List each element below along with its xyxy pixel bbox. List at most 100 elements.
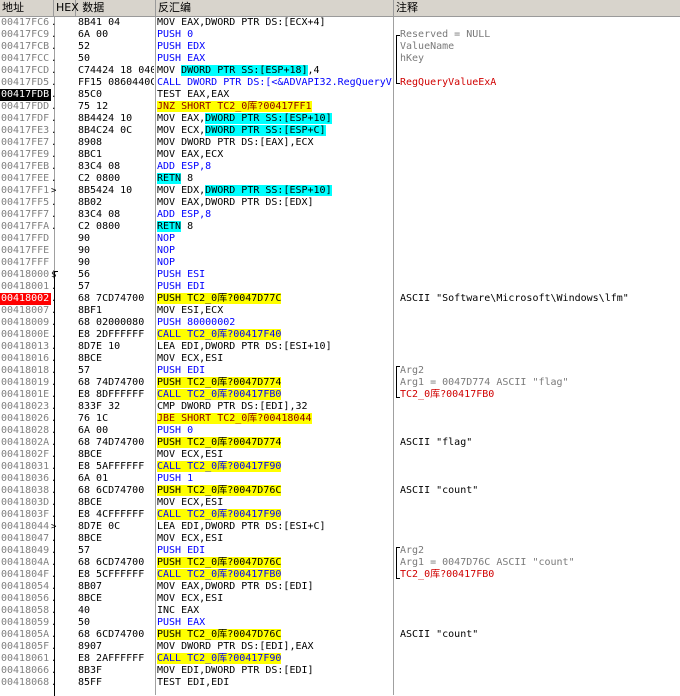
asm-cell: PUSH EDI: [157, 281, 393, 293]
asm-cell: PUSH EDX: [157, 41, 393, 53]
asm-cell: CALL TC2_0库?00417F40: [157, 329, 393, 341]
disasm-row[interactable]: 0041804F.E8 5CFFFFFFCALL TC2_0库?00417FB0…: [0, 569, 680, 581]
address-cell: 00417FDF: [0, 113, 51, 125]
comment-cell: ASCII "count": [400, 629, 680, 641]
disasm-row[interactable]: 00418002.68 7CD74700PUSH TC2_0库?0047D77C…: [0, 293, 680, 305]
comment-cell: [400, 353, 680, 365]
jump-marker: [51, 257, 63, 269]
jump-marker: .: [51, 173, 63, 185]
disasm-row[interactable]: 00418019.68 74D74700PUSH TC2_0库?0047D774…: [0, 377, 680, 389]
disasm-row[interactable]: 00418031.E8 5AFFFFFFCALL TC2_0库?00417F90: [0, 461, 680, 473]
asm-cell: NOP: [157, 245, 393, 257]
disasm-row[interactable]: 00417FCB.52PUSH EDXValueName: [0, 41, 680, 53]
disasm-row[interactable]: 00417FFD90NOP: [0, 233, 680, 245]
disasm-row[interactable]: 00418009.68 02000080PUSH 80000002: [0, 317, 680, 329]
address-cell: 00417FE7: [0, 137, 51, 149]
hex-cell: 8BF1: [78, 305, 154, 317]
disasm-row[interactable]: 00418049.57PUSH EDIArg2: [0, 545, 680, 557]
disasm-row[interactable]: 00418018.57PUSH EDIArg2: [0, 365, 680, 377]
disasm-row[interactable]: 00417FFE90NOP: [0, 245, 680, 257]
disasm-row[interactable]: 00418044>8D7E 0CLEA EDI,DWORD PTR DS:[ES…: [0, 521, 680, 533]
disasm-row[interactable]: 00418013.8D7E 10LEA EDI,DWORD PTR DS:[ES…: [0, 341, 680, 353]
disasm-row[interactable]: 00417FF7.83C4 08ADD ESP,8: [0, 209, 680, 221]
hex-cell: 56: [78, 269, 154, 281]
disasm-row[interactable]: 00418036.6A 01PUSH 1: [0, 473, 680, 485]
disasm-row[interactable]: 00418026.76 1CJBE SHORT TC2_0库?00418044: [0, 413, 680, 425]
disasm-row[interactable]: 00418038.68 6CD74700PUSH TC2_0库?0047D76C…: [0, 485, 680, 497]
hex-cell: 6A 00: [78, 425, 154, 437]
disasm-row[interactable]: 00418054.8B07MOV EAX,DWORD PTR DS:[EDI]: [0, 581, 680, 593]
jump-marker: .: [51, 65, 63, 77]
comment-cell: [400, 341, 680, 353]
comment-cell: [400, 593, 680, 605]
disasm-row[interactable]: 00417FE3.8B4C24 0CMOV ECX,DWORD PTR SS:[…: [0, 125, 680, 137]
comment-cell: [400, 317, 680, 329]
disasm-row[interactable]: 00418061.E8 2AFFFFFFCALL TC2_0库?00417F90: [0, 653, 680, 665]
disasm-row[interactable]: 00417FDD.75 12JNZ SHORT TC2_0库?00417FF1: [0, 101, 680, 113]
disasm-row[interactable]: 00417FF5.8B02MOV EAX,DWORD PTR DS:[EDX]: [0, 197, 680, 209]
header-addr[interactable]: 地址: [0, 0, 54, 16]
disasm-row[interactable]: 0041805A.68 6CD74700PUSH TC2_0库?0047D76C…: [0, 629, 680, 641]
disasm-row[interactable]: 0041805F.8907MOV DWORD PTR DS:[EDI],EAX: [0, 641, 680, 653]
comment-cell: [400, 185, 680, 197]
header-asm[interactable]: 反汇编: [156, 0, 394, 16]
disasm-row[interactable]: 00417FDB.85C0TEST EAX,EAX: [0, 89, 680, 101]
header-hex[interactable]: HEX 数据: [54, 0, 156, 16]
disasm-row[interactable]: 00418058.40INC EAX: [0, 605, 680, 617]
disasm-row[interactable]: 00417FEB.83C4 08ADD ESP,8: [0, 161, 680, 173]
disasm-row[interactable]: 00417FE7.8908MOV DWORD PTR DS:[EAX],ECX: [0, 137, 680, 149]
comment-cell: [400, 461, 680, 473]
disasm-row[interactable]: 00417FC6.8B41 04MOV EAX,DWORD PTR DS:[EC…: [0, 17, 680, 29]
disasm-row[interactable]: 00417FE9.8BC1MOV EAX,ECX: [0, 149, 680, 161]
disasm-row[interactable]: 0041803F.E8 4CFFFFFFCALL TC2_0库?00417F90: [0, 509, 680, 521]
disasm-row[interactable]: 00418023.833F 32CMP DWORD PTR DS:[EDI],3…: [0, 401, 680, 413]
comment-cell: [400, 653, 680, 665]
disassembly-list[interactable]: 00417FC6.8B41 04MOV EAX,DWORD PTR DS:[EC…: [0, 17, 680, 689]
jump-marker: [51, 233, 63, 245]
disasm-row[interactable]: 00417FC9.6A 00PUSH 0Reserved = NULL: [0, 29, 680, 41]
disasm-row[interactable]: 00418007.8BF1MOV ESI,ECX: [0, 305, 680, 317]
disasm-row[interactable]: 00418028.6A 00PUSH 0: [0, 425, 680, 437]
disasm-row[interactable]: 00418016.8BCEMOV ECX,ESI: [0, 353, 680, 365]
disasm-row[interactable]: 0041804A.68 6CD74700PUSH TC2_0库?0047D76C…: [0, 557, 680, 569]
disasm-row[interactable]: 0041800E.E8 2DFFFFFFCALL TC2_0库?00417F40: [0, 329, 680, 341]
hex-cell: 8B41 04: [78, 17, 154, 29]
header-comment[interactable]: 注释: [394, 0, 680, 16]
address-cell: 00418047: [0, 533, 51, 545]
hex-cell: 90: [78, 233, 154, 245]
asm-cell: MOV EAX,DWORD PTR DS:[EDI]: [157, 581, 393, 593]
disasm-row[interactable]: 00417FF1>8B5424 10MOV EDX,DWORD PTR SS:[…: [0, 185, 680, 197]
address-cell: 0041804A: [0, 557, 51, 569]
disasm-row[interactable]: 00417FFA.C2 0800RETN 8: [0, 221, 680, 233]
disasm-row[interactable]: 00417FCC.50PUSH EAXhKey: [0, 53, 680, 65]
address-cell: 00418000: [0, 269, 51, 281]
disasm-row[interactable]: 00418066.8B3FMOV EDI,DWORD PTR DS:[EDI]: [0, 665, 680, 677]
disasm-row[interactable]: 00417FDF.8B4424 10MOV EAX,DWORD PTR SS:[…: [0, 113, 680, 125]
address-cell: 00418066: [0, 665, 51, 677]
address-cell: 00417FF5: [0, 197, 51, 209]
hex-cell: 57: [78, 545, 154, 557]
disasm-row[interactable]: 00418001.57PUSH EDI: [0, 281, 680, 293]
disasm-row[interactable]: 00417FCD.C74424 18 040MOV DWORD PTR SS:[…: [0, 65, 680, 77]
hex-cell: 8B4C24 0C: [78, 125, 154, 137]
hex-cell: FF15 0860440C: [78, 77, 154, 89]
disasm-row[interactable]: 0041801E.E8 8DFFFFFFCALL TC2_0库?00417FB0…: [0, 389, 680, 401]
comment-cell: [400, 101, 680, 113]
disasm-row[interactable]: 0041803D.8BCEMOV ECX,ESI: [0, 497, 680, 509]
comment-cell: [400, 233, 680, 245]
disasm-row[interactable]: 00417FFF90NOP: [0, 257, 680, 269]
disasm-row[interactable]: 0041802F.8BCEMOV ECX,ESI: [0, 449, 680, 461]
disasm-row[interactable]: 00417FD5.FF15 0860440CCALL DWORD PTR DS:…: [0, 77, 680, 89]
disasm-row[interactable]: 00418059.50PUSH EAX: [0, 617, 680, 629]
disasm-row[interactable]: 00418047.8BCEMOV ECX,ESI: [0, 533, 680, 545]
comment-cell: Arg1 = 0047D76C ASCII "count": [400, 557, 680, 569]
jump-marker: .: [51, 209, 63, 221]
disasm-row[interactable]: 00418068.85FFTEST EDI,EDI: [0, 677, 680, 689]
disasm-row[interactable]: 00417FEE.C2 0800RETN 8: [0, 173, 680, 185]
comment-cell: [400, 281, 680, 293]
comment-cell: [400, 137, 680, 149]
disasm-row[interactable]: 00418056.8BCEMOV ECX,ESI: [0, 593, 680, 605]
hex-cell: E8 2DFFFFFF: [78, 329, 154, 341]
disasm-row[interactable]: 0041802A.68 74D74700PUSH TC2_0库?0047D774…: [0, 437, 680, 449]
disasm-row[interactable]: 00418000$56PUSH ESI: [0, 269, 680, 281]
